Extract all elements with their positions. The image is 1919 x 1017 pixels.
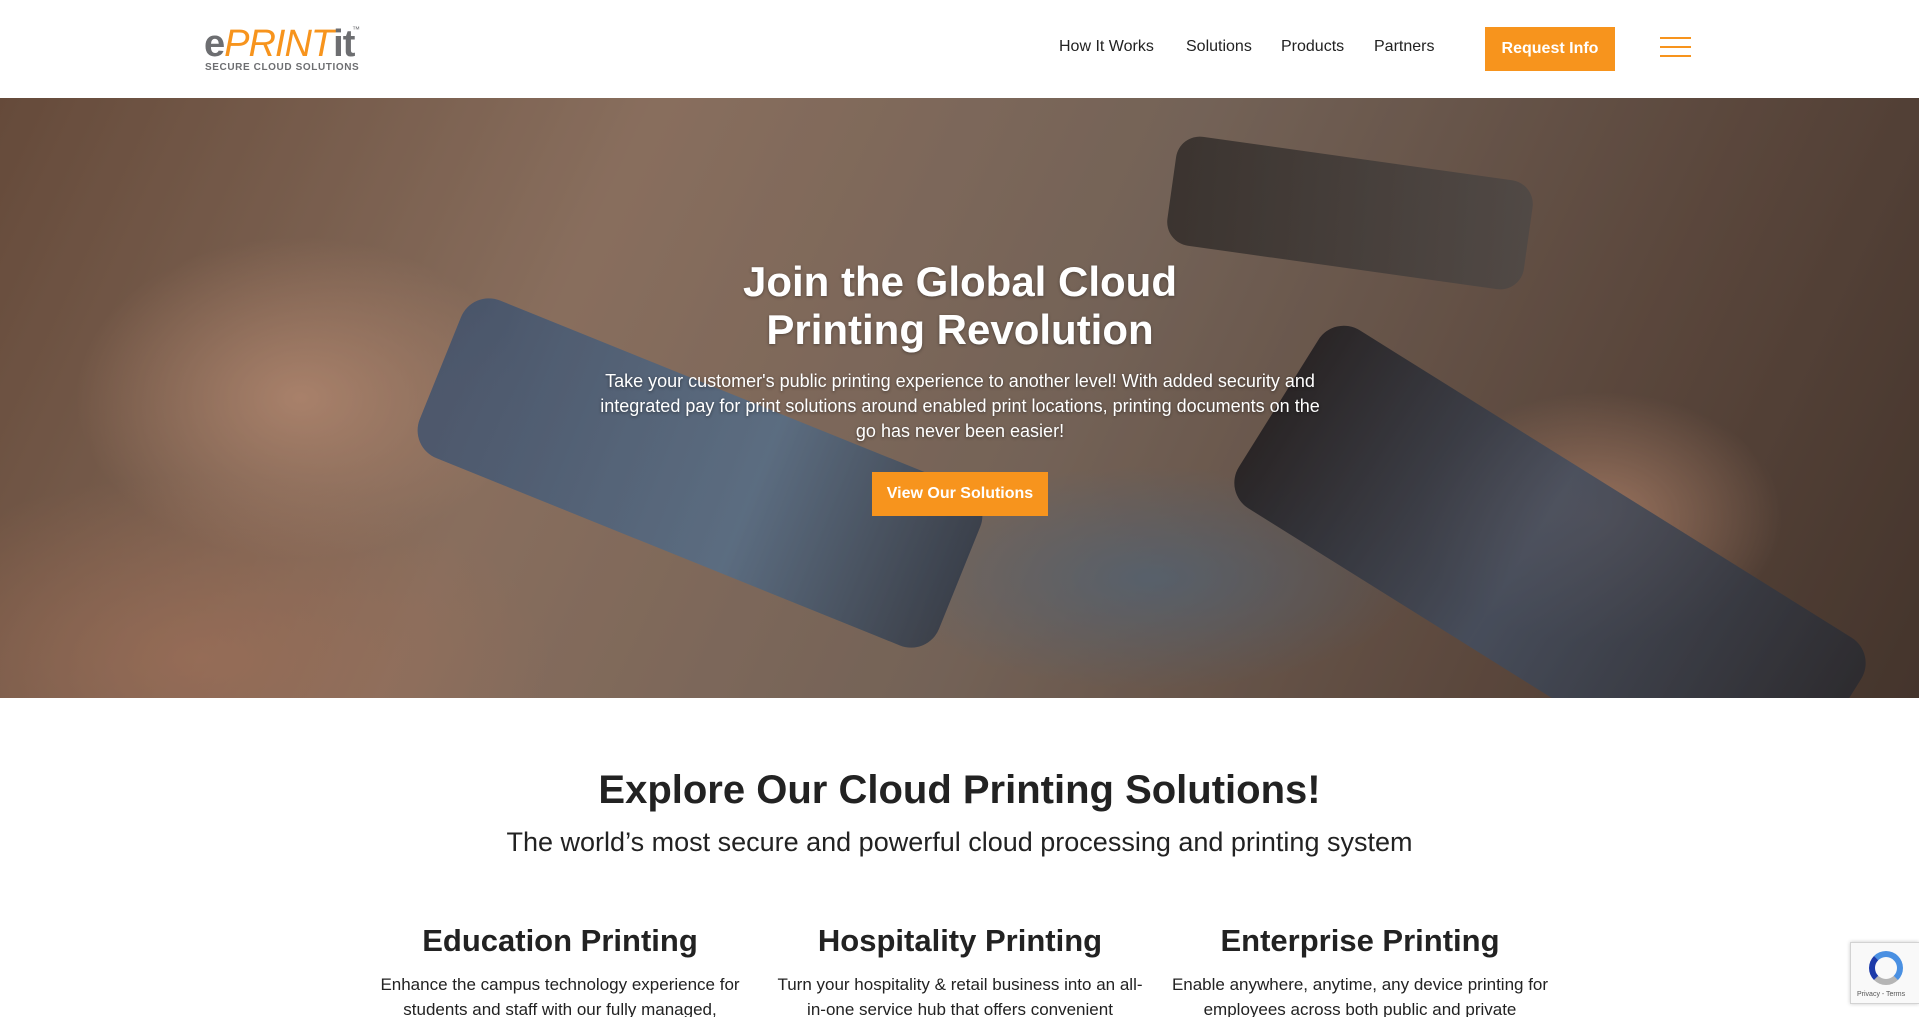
logo-tagline: SECURE CLOUD SOLUTIONS	[205, 62, 360, 73]
card-text: Turn your hospitality & retail business …	[777, 975, 1143, 1017]
solution-card-enterprise[interactable]: Enterprise Printing Enable anywhere, any…	[1170, 920, 1550, 1017]
hero-title: Join the Global Cloud Printing Revolutio…	[743, 258, 1177, 353]
card-title: Enterprise Printing	[1220, 923, 1500, 958]
solution-card-hospitality[interactable]: Hospitality Printing Turn your hospitali…	[770, 920, 1150, 1017]
nav-products[interactable]: Products	[1281, 38, 1344, 56]
card-text: Enable anywhere, anytime, any device pri…	[1171, 975, 1549, 1017]
view-solutions-button[interactable]: View Our Solutions	[872, 472, 1048, 516]
explore-title: Explore Our Cloud Printing Solutions!	[598, 768, 1321, 812]
hamburger-icon[interactable]	[1660, 35, 1691, 59]
nav-partners[interactable]: Partners	[1374, 38, 1434, 56]
request-info-button[interactable]: Request Info	[1485, 27, 1615, 71]
card-title: Education Printing	[422, 923, 698, 958]
card-title: Hospitality Printing	[817, 923, 1103, 958]
hero-description: Take your customer's public printing exp…	[600, 371, 1320, 441]
nav-how-it-works[interactable]: How It Works	[1059, 38, 1154, 56]
nav-solutions[interactable]: Solutions	[1186, 38, 1252, 56]
explore-subtitle: The world’s most secure and powerful clo…	[506, 827, 1413, 857]
logo-trademark: ™	[352, 25, 360, 34]
recaptcha-badge[interactable]: Privacy - Terms	[1850, 942, 1919, 1004]
eprintit-logo[interactable]: ePRINTit ™ SECURE CLOUD SOLUTIONS	[204, 22, 364, 74]
hero-banner: Join the Global Cloud Printing Revolutio…	[0, 98, 1919, 698]
card-text: Enhance the campus technology experience…	[380, 975, 740, 1017]
site-header: ePRINTit ™ SECURE CLOUD SOLUTIONS How It…	[0, 0, 1919, 98]
recaptcha-links[interactable]: Privacy - Terms	[1857, 991, 1905, 998]
recaptcha-icon	[1869, 951, 1903, 985]
solution-card-education[interactable]: Education Printing Enhance the campus te…	[370, 920, 750, 1017]
logo-wordmark: ePRINTit	[204, 23, 355, 65]
